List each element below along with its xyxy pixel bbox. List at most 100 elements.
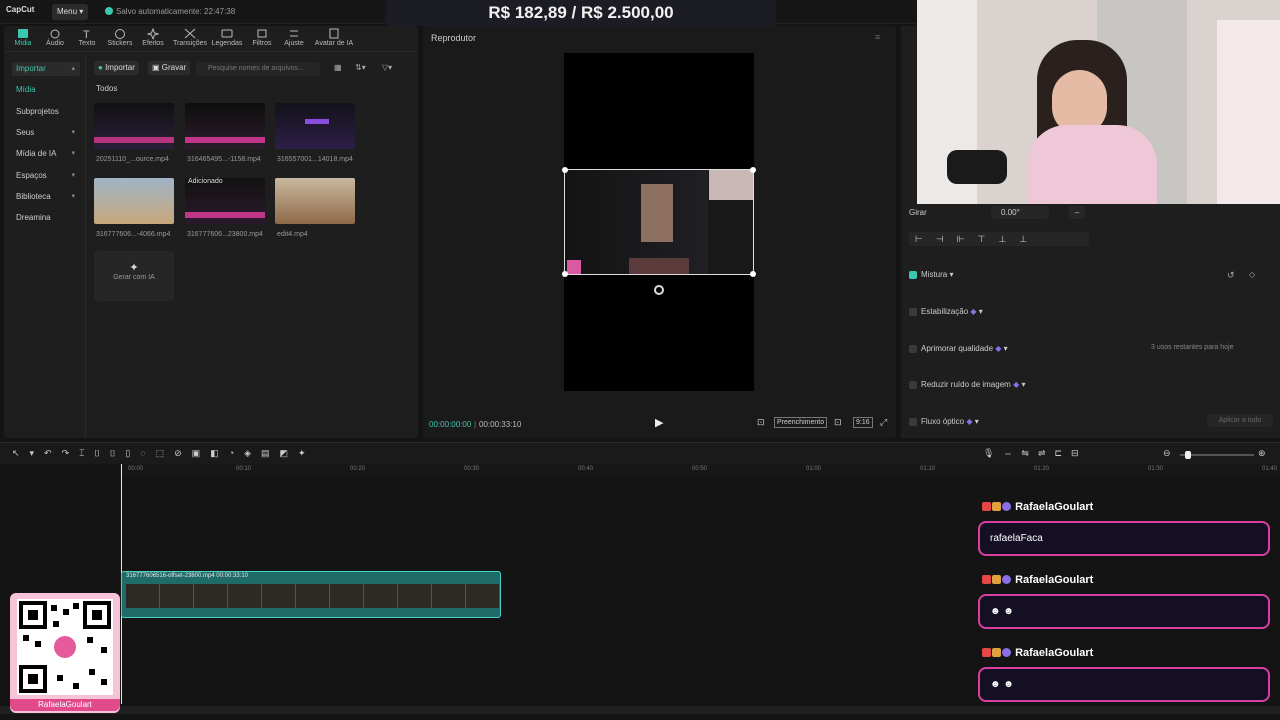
reset-icon[interactable]: ↺	[1227, 270, 1235, 281]
filter-icon[interactable]: ▽▾	[382, 63, 392, 72]
badge-icon	[982, 502, 991, 511]
resize-handle[interactable]	[750, 271, 756, 277]
denoise-label: Reduzir ruído de imagem	[921, 380, 1011, 389]
timeline-ruler[interactable]: 00:00 00:10 00:20 00:30 00:40 00:50 01:0…	[120, 464, 1280, 476]
resize-handle[interactable]	[562, 167, 568, 173]
player-title: Reprodutor	[431, 33, 477, 43]
align-toolbar[interactable]: ⊢⊣⊩⊤⊥⊥	[909, 232, 1089, 246]
media-panel: Mídia Áudio T Texto Stickers Efeitos Tra…	[4, 26, 418, 438]
clip-frame	[398, 584, 431, 608]
media-thumbnail[interactable]	[275, 103, 355, 149]
clip-frame	[160, 584, 193, 608]
zoom-in-icon[interactable]: ⊕	[1258, 448, 1266, 459]
tab-label: Texto	[78, 40, 96, 47]
play-icon[interactable]: ▶	[655, 416, 663, 429]
sidebar-item-subprojects[interactable]: Subprojetos	[12, 105, 80, 119]
enhance-row[interactable]: Aprimorar qualidade ◆ ▾	[909, 344, 1008, 353]
resize-handle[interactable]	[562, 271, 568, 277]
menu-button[interactable]: Menu ▾	[52, 4, 88, 20]
tab-adjust[interactable]: Ajuste	[275, 28, 313, 47]
chevron-down-icon: ▾	[71, 150, 75, 157]
search-input[interactable]: Pesquise nomes de arquivos...	[196, 62, 320, 76]
video-clip[interactable]: 316777606516-offset-23800.mp4 00:00:33:1…	[121, 571, 501, 618]
ai-generate-label: Gerar com IA	[113, 274, 155, 281]
resize-handle[interactable]	[750, 167, 756, 173]
clip-frame	[126, 584, 159, 608]
media-tabbar: Mídia Áudio T Texto Stickers Efeitos Tra…	[4, 26, 418, 52]
ruler-tick: 01:00	[806, 466, 822, 472]
ruler-tick: 01:40	[1262, 466, 1278, 472]
media-thumbnail[interactable]	[94, 103, 174, 149]
clip-frame	[262, 584, 295, 608]
zoom-out-icon[interactable]: ⊖	[1163, 448, 1171, 459]
chat-user: RafaelaGoulart	[982, 501, 1093, 513]
tab-captions[interactable]: Legendas	[208, 28, 246, 47]
optical-flow-row[interactable]: Fluxo óptico ◆ ▾	[909, 417, 979, 426]
tab-label: Áudio	[46, 40, 64, 47]
badge-icon	[1002, 575, 1011, 584]
aspect-ratio-button[interactable]: 9:16	[853, 417, 873, 428]
tab-label: Stickers	[107, 40, 133, 47]
zoom-slider[interactable]	[1180, 454, 1254, 456]
tab-ai-avatar[interactable]: Avatar de IA	[312, 28, 356, 47]
sidebar-item-media[interactable]: Mídia	[12, 83, 80, 97]
stabilize-row[interactable]: Estabilização ◆ ▾	[909, 307, 983, 316]
app-logo: CapCut	[6, 5, 35, 14]
tab-label: Mídia	[14, 40, 32, 47]
menu-label: Menu	[57, 7, 78, 16]
media-thumbnail[interactable]	[94, 178, 174, 224]
stabilize-checkbox[interactable]	[909, 307, 917, 316]
fill-button[interactable]: Preenchimento	[774, 417, 828, 428]
sidebar-item-import[interactable]: Importar ▴	[12, 62, 80, 76]
chat-username: RafaelaGoulart	[1015, 501, 1094, 513]
rotate-input[interactable]: 0.00°	[991, 206, 1049, 219]
zoom-slider-handle[interactable]	[1185, 451, 1191, 459]
ruler-tick: 00:10	[236, 466, 252, 472]
enhance-note: 3 usos restantes para hoje	[1151, 344, 1234, 351]
section-title: Todos	[96, 84, 118, 93]
media-item-label: edit4.mp4	[277, 231, 308, 238]
sidebar-item-ai-media[interactable]: Mídia de IA ▾	[12, 147, 80, 161]
timeline-right-tools[interactable]: 🎙⇔⇋⇌⊏⊟	[983, 448, 1088, 459]
blend-checkbox[interactable]	[909, 270, 917, 279]
clip-frame	[330, 584, 363, 608]
crop-icon[interactable]: ⊡	[757, 417, 765, 428]
grid-view-icon[interactable]: ▦	[334, 63, 342, 72]
rotate-handle-icon[interactable]	[654, 285, 664, 295]
fit-icon[interactable]: ⊡	[834, 417, 842, 428]
record-button[interactable]: ▣ Gravar	[148, 61, 191, 75]
menu-lines-icon[interactable]: ≡	[875, 32, 880, 42]
apply-all-button[interactable]: Aplicar a todo	[1207, 414, 1273, 427]
denoise-checkbox[interactable]	[909, 380, 917, 389]
fullscreen-icon[interactable]: ⤢	[880, 417, 887, 428]
chat-username: RafaelaGoulart	[1015, 574, 1094, 586]
blend-row[interactable]: Mistura ▾	[909, 270, 953, 279]
premium-icon: ◆	[966, 417, 973, 426]
ai-generate-card[interactable]: ✦ Gerar com IA	[94, 251, 174, 301]
media-thumbnail[interactable]	[185, 103, 265, 149]
rotate-reset-button[interactable]: –	[1069, 206, 1085, 219]
tab-label: Efeitos	[142, 40, 164, 47]
tab-effects[interactable]: Efeitos	[134, 28, 172, 47]
sidebar-item-spaces[interactable]: Espaços ▾	[12, 169, 80, 183]
sort-icon[interactable]: ⇅▾	[355, 63, 366, 72]
media-sidebar: Importar ▴ Mídia Subprojetos Seus ▾ Mídia …	[4, 54, 86, 438]
denoise-row[interactable]: Reduzir ruído de imagem ◆ ▾	[909, 380, 1025, 389]
sidebar-item-yours[interactable]: Seus ▾	[12, 126, 80, 140]
ruler-tick: 00:00	[128, 466, 144, 472]
chevron-down-icon: ▾	[71, 193, 75, 200]
sidebar-item-library[interactable]: Biblioteca ▾	[12, 190, 80, 204]
tab-transitions[interactable]: Transições	[171, 28, 209, 47]
keyframe-icon[interactable]: ◇	[1249, 270, 1255, 279]
sparkle-icon: ✦	[129, 262, 139, 274]
import-button[interactable]: ● Importar	[94, 61, 139, 75]
media-thumbnail[interactable]	[275, 178, 355, 224]
edit-tools[interactable]: ↖▾↶↷⌶⌷⌷▯◌⬚⊘▣◧◔◈▤◩✦	[12, 448, 316, 459]
timeline-scrollbar[interactable]	[0, 706, 1280, 714]
badge-icon	[1002, 502, 1011, 511]
optical-flow-checkbox[interactable]	[909, 417, 917, 426]
enhance-checkbox[interactable]	[909, 344, 917, 353]
preview-selection[interactable]	[562, 167, 756, 277]
rotate-label: Girar	[909, 208, 927, 217]
sidebar-item-dreamina[interactable]: Dreamina	[12, 211, 80, 225]
